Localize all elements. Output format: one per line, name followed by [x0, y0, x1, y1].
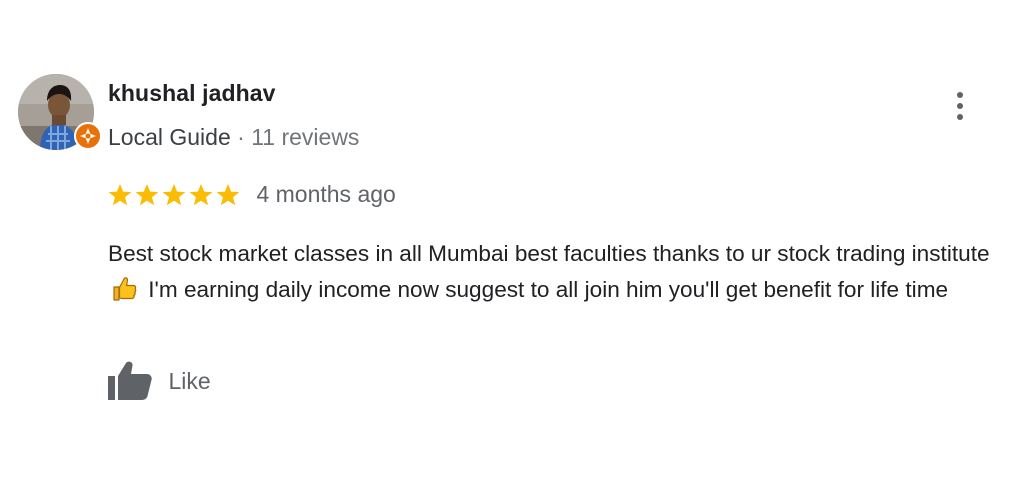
more-vert-icon-dot	[957, 114, 963, 120]
review-date: 4 months ago	[256, 181, 396, 207]
review-card: khushal jadhav Local Guide · 11 reviews …	[0, 0, 1024, 484]
author-name[interactable]: khushal jadhav	[108, 80, 276, 107]
star-icon	[107, 182, 133, 208]
local-guide-label: Local Guide	[108, 124, 231, 150]
review-count: 11 reviews	[251, 124, 360, 150]
author-avatar-wrap[interactable]	[18, 74, 102, 152]
star-icon	[161, 182, 187, 208]
more-options-button[interactable]	[944, 86, 976, 126]
thumb-up-icon	[106, 360, 154, 402]
star-icon	[188, 182, 214, 208]
review-text-part-2: I'm earning daily income now suggest to …	[142, 276, 949, 302]
review-text: Best stock market classes in all Mumbai …	[108, 236, 1008, 307]
star-icon	[134, 182, 160, 208]
star-icon	[215, 182, 241, 208]
star-rating	[107, 182, 242, 208]
like-button[interactable]: Like	[106, 360, 211, 404]
rating-row: 4 months ago	[107, 181, 396, 209]
thumbs-up-emoji	[110, 274, 138, 302]
local-guide-badge-icon	[74, 122, 102, 150]
like-label: Like	[168, 367, 211, 394]
review-text-part-1: Best stock market classes in all Mumbai …	[108, 241, 990, 266]
more-vert-icon	[957, 92, 963, 98]
author-meta: Local Guide · 11 reviews	[108, 124, 359, 151]
meta-separator: ·	[237, 124, 245, 150]
more-vert-icon-dot	[957, 103, 963, 109]
